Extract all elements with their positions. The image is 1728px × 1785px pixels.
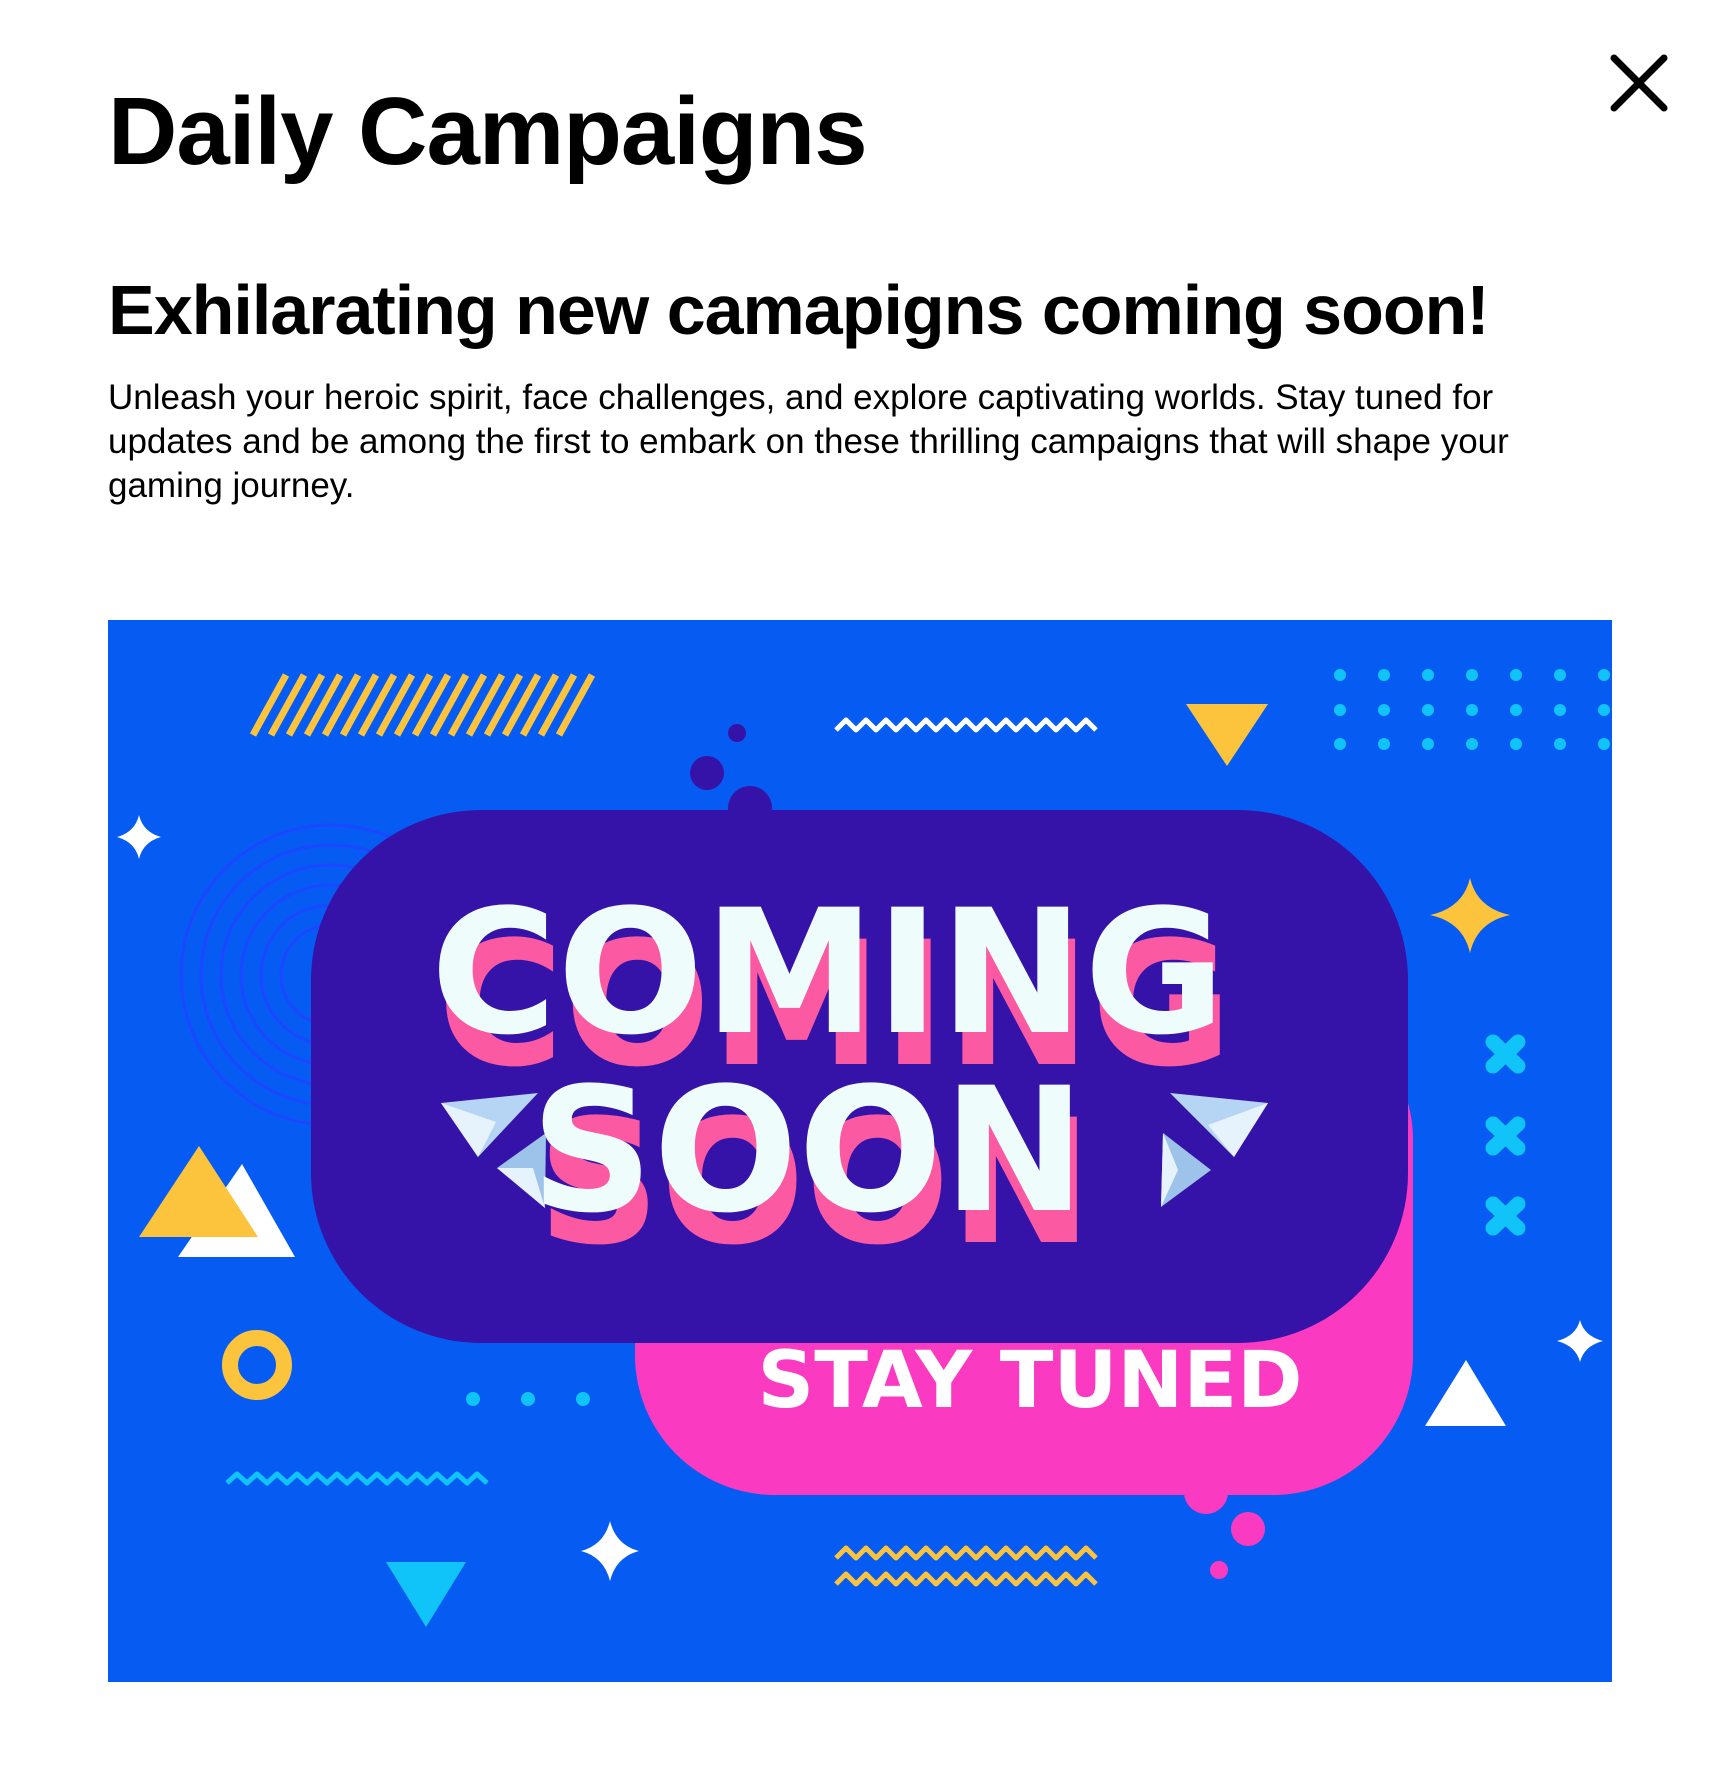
section-description: Unleash your heroic spirit, face challen… <box>108 378 1509 505</box>
headline-line2: SOON <box>531 1050 1086 1251</box>
close-button[interactable] <box>1604 48 1674 118</box>
page-title: Daily Campaigns <box>108 78 868 185</box>
section-heading: Exhilarating new camapigns coming soon! <box>108 271 1490 349</box>
stay-tuned-label: STAY TUNED <box>758 1336 1303 1426</box>
banner-illustration: COMING COMING SOON SOON STAY TUNED <box>108 620 1612 1682</box>
close-icon <box>1610 54 1668 112</box>
coming-soon-banner: COMING COMING SOON SOON STAY TUNED <box>108 620 1612 1682</box>
headline-line1: COMING <box>431 872 1226 1073</box>
